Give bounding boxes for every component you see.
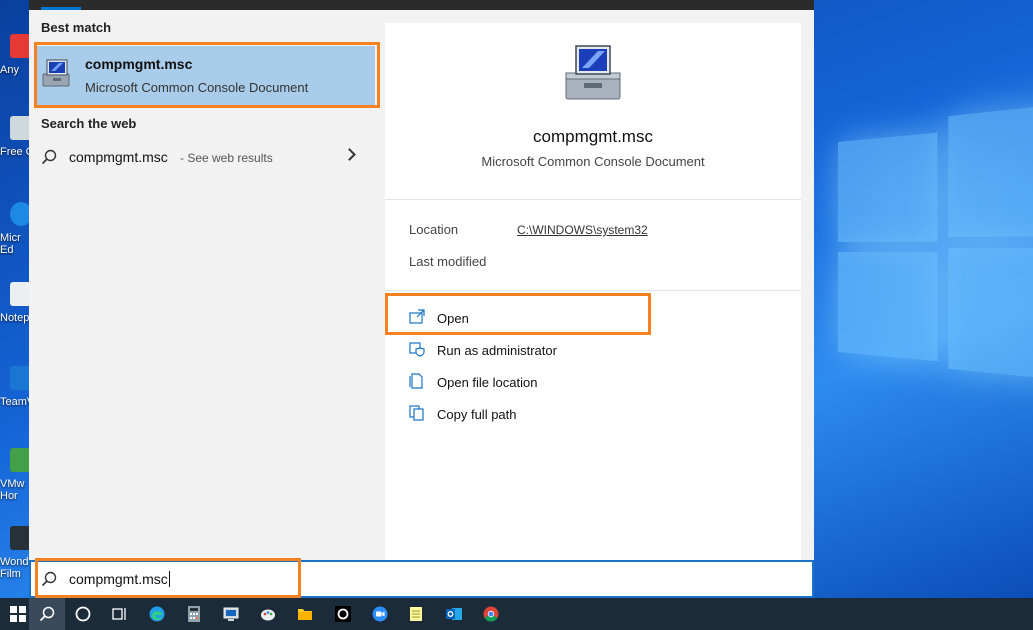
- paint-icon: [261, 609, 275, 621]
- file-location-icon: [409, 373, 423, 389]
- search-icon: [39, 606, 55, 622]
- outlook-icon: [446, 608, 462, 620]
- chrome-icon: [483, 606, 499, 622]
- copy-full-path-label: Copy full path: [437, 407, 517, 422]
- search-taskbar-button[interactable]: [29, 598, 65, 630]
- taskbar-file-explorer[interactable]: [287, 598, 323, 630]
- wallpaper-windows-logo: [838, 103, 1033, 392]
- taskbar-paint[interactable]: [250, 598, 286, 630]
- location-label: Location: [409, 222, 459, 237]
- search-icon: [41, 149, 57, 165]
- detail-pane: compmgmt.msc Microsoft Common Console Do…: [384, 10, 814, 560]
- detail-title: compmgmt.msc: [533, 127, 653, 146]
- web-search-result[interactable]: compmgmt.msc - See web results: [35, 143, 365, 173]
- task-view-button[interactable]: [101, 598, 137, 630]
- notepad-icon: [410, 607, 422, 621]
- taskbar-obs[interactable]: [325, 598, 361, 630]
- cortana-button[interactable]: [65, 598, 101, 630]
- taskbar-remote-desktop[interactable]: [213, 598, 249, 630]
- location-link[interactable]: C:\WINDOWS\system32: [517, 223, 648, 237]
- detail-card: compmgmt.msc Microsoft Common Console Do…: [385, 23, 801, 560]
- highlight-search-box: [35, 558, 301, 598]
- taskbar-edge[interactable]: [139, 598, 175, 630]
- best-match-heading: Best match: [41, 20, 112, 35]
- remote-desktop-icon: [223, 607, 239, 621]
- taskbar-calculator[interactable]: [176, 598, 212, 630]
- detail-description: Microsoft Common Console Document: [481, 154, 705, 169]
- edge-icon: [149, 606, 165, 622]
- copy-full-path-action[interactable]: Copy full path: [409, 403, 769, 427]
- web-result-query: compmgmt.msc: [69, 149, 168, 165]
- windows-icon: [10, 606, 26, 622]
- taskbar-notepad[interactable]: [398, 598, 434, 630]
- start-top-bar: [29, 0, 814, 10]
- chevron-right-icon[interactable]: [343, 148, 356, 161]
- web-result-hint: - See web results: [180, 151, 273, 165]
- open-file-location-label: Open file location: [437, 375, 538, 390]
- taskbar-outlook[interactable]: [436, 598, 472, 630]
- highlight-open-action: [385, 293, 651, 335]
- run-as-admin-label: Run as administrator: [437, 343, 557, 358]
- copy-icon: [409, 405, 424, 421]
- run-as-admin-action[interactable]: Run as administrator: [409, 339, 769, 363]
- zoom-icon: [372, 606, 388, 622]
- folder-icon: [298, 609, 312, 620]
- taskbar-chrome[interactable]: [473, 598, 509, 630]
- divider: [385, 290, 801, 291]
- shield-icon: [409, 342, 425, 357]
- cortana-icon: [75, 606, 91, 622]
- calculator-icon: [188, 606, 200, 622]
- last-modified-label: Last modified: [409, 254, 487, 269]
- open-file-location-action[interactable]: Open file location: [409, 371, 769, 395]
- search-web-heading: Search the web: [41, 116, 137, 131]
- taskbar-zoom[interactable]: [362, 598, 398, 630]
- highlight-best-match: [34, 42, 380, 108]
- taskbar: [0, 598, 1033, 630]
- computer-management-icon: [565, 45, 621, 100]
- obs-icon: [335, 606, 351, 622]
- divider: [385, 199, 801, 200]
- task-view-icon: [112, 608, 126, 620]
